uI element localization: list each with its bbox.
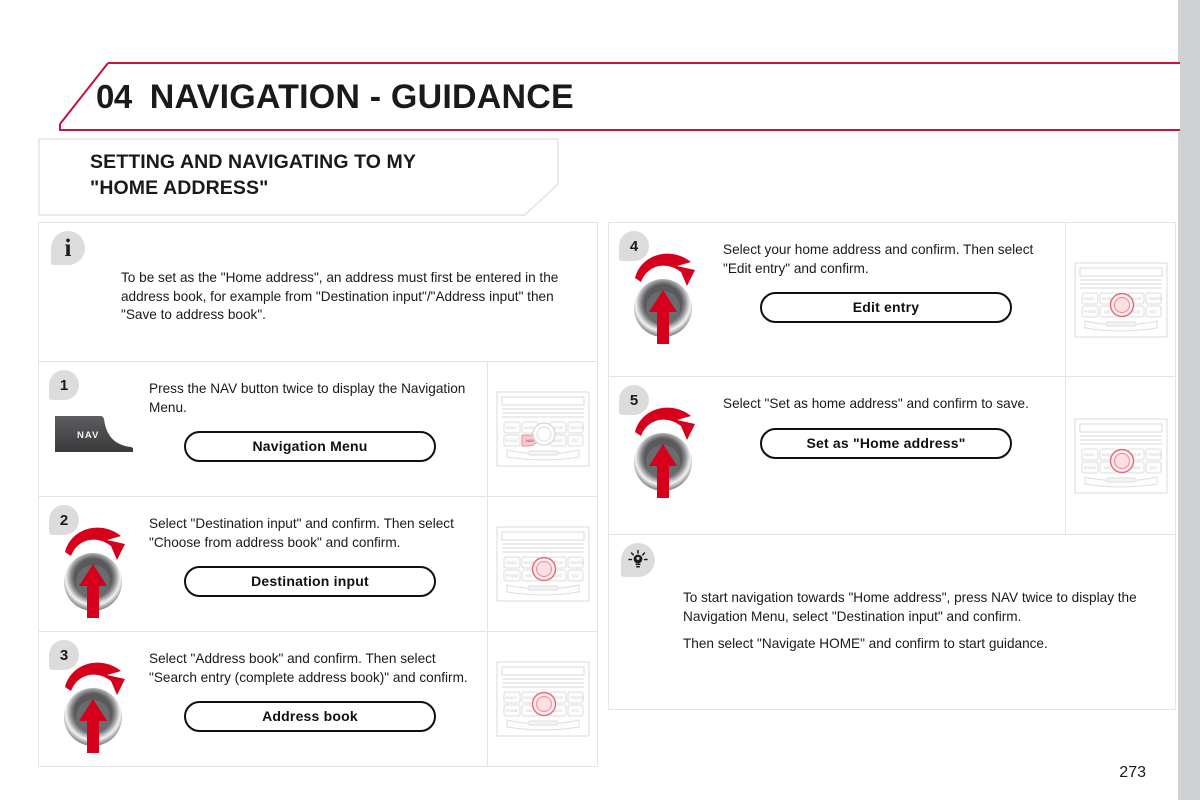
svg-text:RADIO: RADIO — [506, 561, 517, 565]
tip-note-paragraph-1: To start navigation towards "Home addres… — [683, 590, 1137, 624]
section-subtitle: SETTING AND NAVIGATING TO MY "HOME ADDRE… — [90, 150, 560, 202]
svg-text:PHONE: PHONE — [506, 709, 519, 713]
svg-text:ESC: ESC — [572, 709, 580, 713]
step-number-badge: 1 — [49, 370, 79, 400]
step-thumbnail-cell-1: NAV RADIO MODE SETUP TRAFFIC PHONE NAVIG ESC — [487, 362, 597, 496]
page-number: 273 — [1119, 764, 1146, 781]
step-number-badge: 4 — [619, 231, 649, 261]
step-row: 4 Select your home address and confirm. … — [608, 222, 1176, 377]
svg-text:TRAFFIC: TRAFFIC — [570, 696, 585, 700]
chapter-header: 04 NAVIGATION - GUIDANCE — [48, 62, 1180, 132]
tip-note-block: To start navigation towards "Home addres… — [608, 535, 1176, 710]
svg-text:TRAFFIC: TRAFFIC — [570, 561, 585, 565]
step-row: 2 Select "Destination input" and confirm… — [38, 497, 598, 632]
section-subtitle-panel: SETTING AND NAVIGATING TO MY "HOME ADDRE… — [38, 138, 598, 216]
radio-panel-knob-highlighted-thumbnail: RADIO MODE SETUP TRAFFIC PHONE NAV NAVIG ESC — [496, 661, 589, 737]
manual-page: 04 NAVIGATION - GUIDANCE SETTING AND NAV… — [0, 0, 1200, 800]
step-thumbnail-cell-3: RADIO MODE SETUP TRAFFIC PHONE NAV NAVIG ESC — [487, 632, 597, 766]
step-description: Select your home address and confirm. Th… — [723, 242, 1034, 276]
svg-text:NAV: NAV — [77, 430, 99, 441]
step-number-badge: 2 — [49, 505, 79, 535]
page-edge-strip — [1178, 0, 1200, 800]
svg-text:NAV: NAV — [526, 709, 533, 713]
svg-text:ESC: ESC — [1150, 466, 1158, 470]
tip-note-paragraph-2: Then select "Navigate HOME" and confirm … — [683, 636, 1048, 652]
svg-text:NAV: NAV — [1104, 466, 1111, 470]
info-note-text: To be set as the "Home address", an addr… — [121, 270, 559, 323]
svg-text:RADIO: RADIO — [506, 426, 517, 430]
radio-panel-knob-highlighted-thumbnail: RADIO MODE SETUP TRAFFIC PHONE NAV NAVIG ESC — [1074, 262, 1167, 337]
menu-pill-destination-input[interactable]: Destination input — [184, 566, 436, 598]
menu-pill-edit-entry[interactable]: Edit entry — [760, 292, 1012, 324]
svg-text:PHONE: PHONE — [506, 574, 519, 578]
step-main-4: 4 Select your home address and confirm. … — [609, 223, 1065, 376]
tip-bulb-icon — [621, 543, 655, 577]
tip-icon-wrapper — [621, 543, 655, 577]
svg-text:RADIO: RADIO — [1084, 453, 1095, 457]
radio-panel-knob-highlighted-thumbnail: RADIO MODE SETUP TRAFFIC PHONE NAV NAVIG ESC — [1074, 418, 1167, 493]
step-text-area-4: Select your home address and confirm. Th… — [719, 223, 1065, 337]
step-thumbnail-cell-5: RADIO MODE SETUP TRAFFIC PHONE NAV NAVIG ESC — [1065, 377, 1175, 534]
svg-text:ESC: ESC — [1150, 310, 1158, 314]
step-thumbnail-cell-4: RADIO MODE SETUP TRAFFIC PHONE NAV NAVIG ESC — [1065, 223, 1175, 376]
svg-text:PHONE: PHONE — [1084, 310, 1097, 314]
menu-pill-navigation-menu[interactable]: Navigation Menu — [184, 431, 436, 463]
info-icon-wrapper: i — [51, 231, 85, 265]
svg-text:PHONE: PHONE — [506, 439, 519, 443]
chapter-number: 04 — [96, 78, 132, 115]
step-text-area-5: Select "Set as home address" and confirm… — [719, 377, 1065, 473]
step-main-2: 2 Select "Destination input" and confirm… — [39, 497, 487, 631]
step-description: Select "Destination input" and confirm. … — [149, 516, 454, 550]
tip-note-body: To start navigation towards "Home addres… — [683, 589, 1157, 654]
menu-pill-address-book[interactable]: Address book — [184, 701, 436, 733]
svg-text:NAV: NAV — [1104, 310, 1111, 314]
svg-text:ESC: ESC — [572, 574, 580, 578]
svg-text:RADIO: RADIO — [506, 696, 517, 700]
step-text-area-1: Press the NAV button twice to display th… — [149, 362, 487, 476]
left-column: i To be set as the "Home address", an ad… — [38, 222, 598, 767]
right-column: 4 Select your home address and confirm. … — [608, 222, 1176, 752]
svg-text:RADIO: RADIO — [1084, 297, 1095, 301]
svg-text:ESC: ESC — [572, 439, 580, 443]
step-thumbnail-cell-2: RADIO MODE SETUP TRAFFIC PHONE NAV NAVIG ESC — [487, 497, 597, 631]
step-description: Select "Set as home address" and confirm… — [723, 396, 1029, 411]
step-text-area-3: Select "Address book" and confirm. Then … — [149, 632, 487, 746]
svg-text:NAV: NAV — [526, 574, 533, 578]
radio-panel-knob-highlighted-thumbnail: RADIO MODE SETUP TRAFFIC PHONE NAV NAVIG ESC — [496, 526, 589, 602]
step-row: 1 NAV Press the NAV button twice to disp… — [38, 362, 598, 497]
step-row: 3 Select "Address book" and confirm. The… — [38, 632, 598, 767]
menu-pill-set-as-home-address[interactable]: Set as "Home address" — [760, 427, 1012, 459]
svg-text:NAV: NAV — [526, 438, 534, 443]
step-text-area-2: Select "Destination input" and confirm. … — [149, 497, 487, 611]
svg-text:TRAFFIC: TRAFFIC — [1148, 453, 1163, 457]
radio-panel-nav-highlighted-thumbnail: NAV RADIO MODE SETUP TRAFFIC PHONE NAVIG ESC — [496, 391, 589, 467]
info-note-block: i To be set as the "Home address", an ad… — [38, 222, 598, 362]
chapter-header-text: 04 NAVIGATION - GUIDANCE — [96, 70, 574, 124]
step-main-3: 3 Select "Address book" and confirm. The… — [39, 632, 487, 766]
step-number-badge: 3 — [49, 640, 79, 670]
info-note-body: To be set as the "Home address", an addr… — [121, 269, 579, 325]
svg-text:TRAFFIC: TRAFFIC — [1148, 297, 1163, 301]
svg-text:MODE: MODE — [524, 426, 535, 430]
page-title: NAVIGATION - GUIDANCE — [149, 77, 574, 116]
section-subtitle-line-1: SETTING AND NAVIGATING TO MY — [90, 151, 416, 173]
step-description: Press the NAV button twice to display th… — [149, 381, 466, 415]
step-row: 5 Select "Set as home address" and confi… — [608, 377, 1176, 535]
step-main-5: 5 Select "Set as home address" and confi… — [609, 377, 1065, 534]
svg-text:TRAFFIC: TRAFFIC — [570, 426, 585, 430]
section-subtitle-line-2: "HOME ADDRESS" — [90, 176, 269, 199]
step-number-badge: 5 — [619, 385, 649, 415]
svg-text:PHONE: PHONE — [1084, 466, 1097, 470]
nav-button-icon[interactable]: NAV — [51, 412, 137, 456]
step-main-1: 1 NAV Press the NAV button twice to disp… — [39, 362, 487, 496]
step-description: Select "Address book" and confirm. Then … — [149, 651, 468, 685]
info-icon: i — [51, 231, 85, 265]
